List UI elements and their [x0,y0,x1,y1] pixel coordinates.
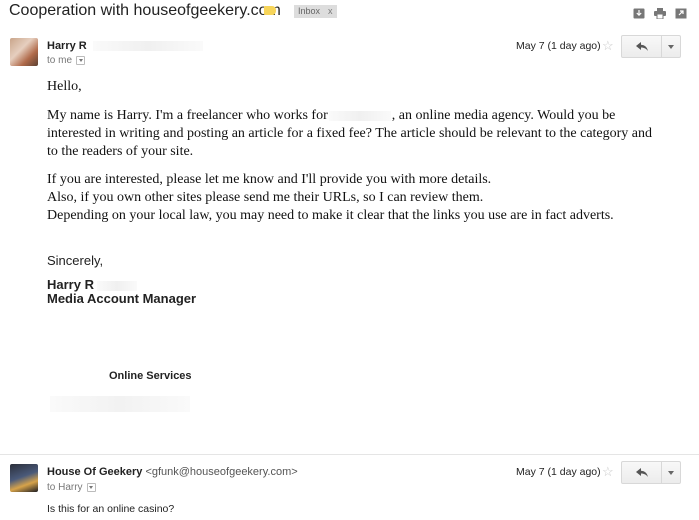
sender-avatar[interactable] [10,38,38,66]
message-date: May 7 (1 day ago) [516,466,601,478]
star-icon[interactable]: ☆ [602,465,614,478]
recipient-text: to me [47,55,73,66]
open-new-window-icon[interactable] [675,6,687,19]
sender-email: <gfunk@houseofgeekery.com> [145,466,298,478]
label-tag-icon[interactable] [264,6,276,15]
closing: Sincerely, [47,253,104,268]
reply-button-group [621,461,681,484]
message-body: Is this for an online casino? [47,503,175,515]
chevron-down-icon[interactable] [86,483,96,492]
greeting: Hello, [47,79,82,94]
sender-name[interactable]: House Of Geekery <gfunk@houseofgeekery.c… [47,466,298,478]
paragraph-2: If you are interested, please let me kno… [47,172,614,223]
inbox-label-chip[interactable]: Inbox x [294,5,337,18]
more-options-button[interactable] [662,36,680,57]
recipient-line: to Harry [47,482,96,493]
reply-button[interactable] [622,462,662,483]
reply-icon [635,42,648,51]
signature-title: Media Account Manager [47,291,197,306]
star-icon[interactable]: ☆ [602,39,614,52]
more-options-button[interactable] [662,462,680,483]
recipient-line: to me [47,55,86,66]
paragraph-1: My name is Harry. I'm a freelancer who w… [47,108,653,159]
recipient-text: to Harry [47,482,83,493]
email-subject: Cooperation with houseofgeekery.com [9,2,281,19]
message-divider [0,454,699,455]
reply-button-group [621,35,681,58]
company-logo [50,396,190,412]
top-toolbar-icons [633,6,687,20]
chevron-down-icon[interactable] [76,56,86,65]
reply-icon [635,468,648,477]
message-date: May 7 (1 day ago) [516,40,601,52]
remove-label-button[interactable]: x [328,6,333,16]
signature-name: Harry R [47,277,137,292]
print-icon[interactable] [654,6,666,20]
inbox-label-text: Inbox [298,6,321,16]
download-icon[interactable] [633,6,645,19]
reply-button[interactable] [622,36,662,57]
company-name: Online Services [109,370,192,382]
subject-bar: Cooperation with houseofgeekery.com Inbo… [0,0,699,28]
sender-name[interactable]: Harry R [47,40,203,52]
sender-avatar[interactable] [10,464,38,492]
